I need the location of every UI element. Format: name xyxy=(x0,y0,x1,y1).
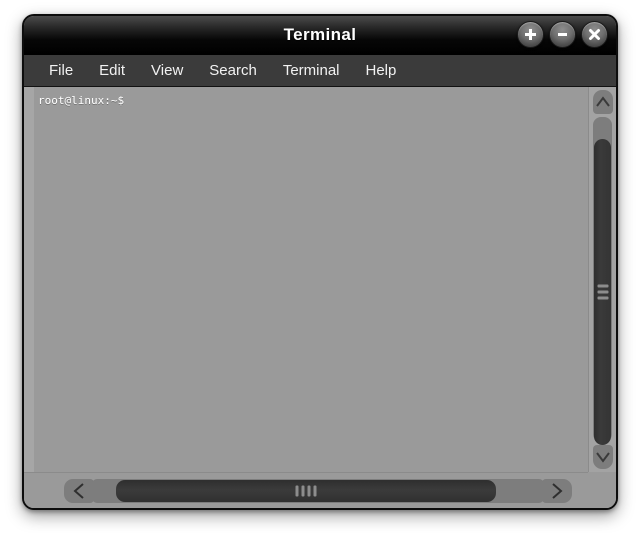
terminal-screen[interactable]: root@linux:~$ xyxy=(24,87,588,472)
terminal-window: Terminal File Edit View Search Terminal … xyxy=(22,14,618,510)
grip-lines-icon xyxy=(295,485,317,497)
title-bar[interactable]: Terminal xyxy=(24,16,616,55)
screen: Terminal File Edit View Search Terminal … xyxy=(0,0,640,533)
minus-icon xyxy=(550,22,575,47)
scroll-up-button[interactable] xyxy=(593,90,613,114)
scroll-left-button[interactable] xyxy=(64,479,94,503)
minimize-button[interactable] xyxy=(549,21,576,48)
vertical-scroll-thumb[interactable] xyxy=(594,139,611,445)
chevron-up-icon xyxy=(595,96,611,108)
scroll-right-button[interactable] xyxy=(542,479,572,503)
scroll-down-button[interactable] xyxy=(593,445,613,469)
plus-icon xyxy=(518,22,543,47)
scrollbar-corner xyxy=(588,472,616,508)
maximize-button[interactable] xyxy=(517,21,544,48)
grip-lines-icon xyxy=(597,284,608,300)
menu-item-terminal[interactable]: Terminal xyxy=(270,59,353,82)
terminal-left-margin xyxy=(24,87,34,472)
horizontal-scroll-thumb[interactable] xyxy=(116,480,496,502)
window-controls xyxy=(517,21,608,48)
menu-item-help[interactable]: Help xyxy=(353,59,410,82)
menu-bar: File Edit View Search Terminal Help xyxy=(24,55,616,87)
menu-item-edit[interactable]: Edit xyxy=(86,59,138,82)
menu-item-view[interactable]: View xyxy=(138,59,196,82)
horizontal-scroll-track[interactable] xyxy=(92,479,544,503)
terminal-output: root@linux:~$ xyxy=(38,94,125,107)
close-button[interactable] xyxy=(581,21,608,48)
horizontal-scrollbar[interactable] xyxy=(24,472,588,508)
vertical-scroll-track[interactable] xyxy=(593,117,612,445)
vertical-scrollbar[interactable] xyxy=(588,87,616,472)
window-body: root@linux:~$ xyxy=(24,87,616,508)
chevron-down-icon xyxy=(595,451,611,463)
menu-item-search[interactable]: Search xyxy=(196,59,270,82)
menu-item-file[interactable]: File xyxy=(36,59,86,82)
chevron-right-icon xyxy=(550,482,564,500)
close-icon xyxy=(582,22,607,47)
chevron-left-icon xyxy=(72,482,86,500)
